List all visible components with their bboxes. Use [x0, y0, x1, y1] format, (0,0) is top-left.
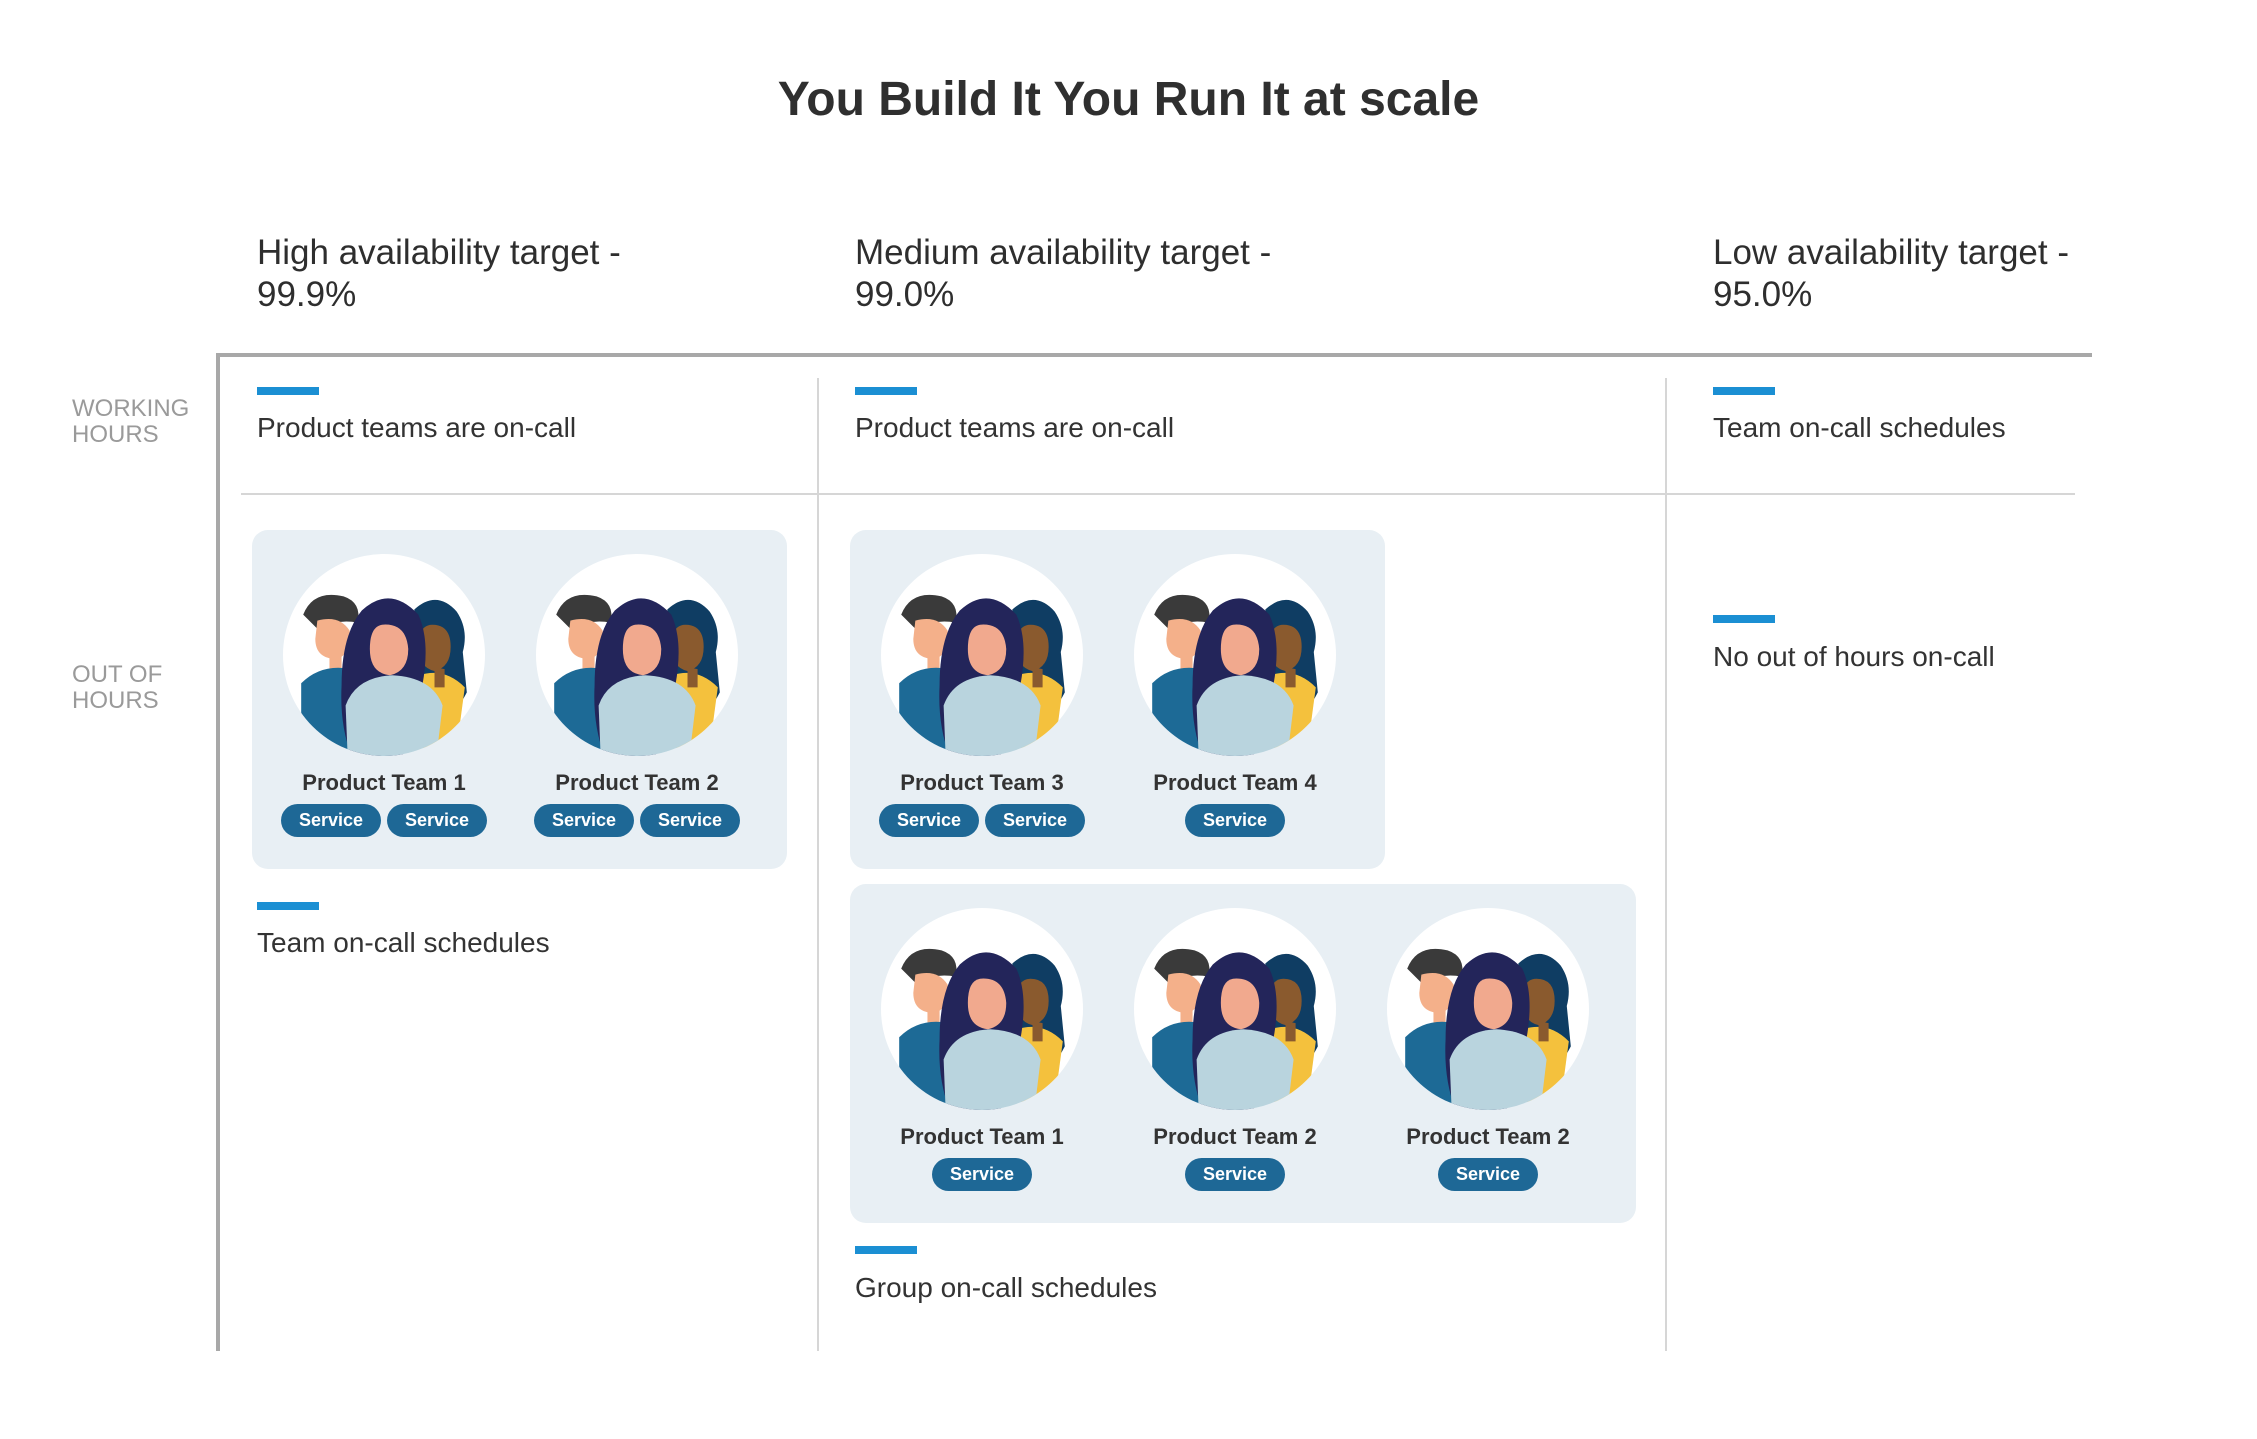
accent-bar: [257, 387, 319, 395]
team-avatar: [1387, 908, 1589, 1110]
caption-medium-working: Product teams are on-call: [855, 412, 1175, 443]
accent-bar: [1713, 615, 1775, 623]
team-avatar: [1134, 908, 1336, 1110]
team-name: Product Team 2: [1406, 1124, 1570, 1149]
team-card: Product Team 1 Service Service: [279, 554, 489, 837]
team-avatar: [881, 908, 1083, 1110]
service-badge: Service: [1184, 1158, 1286, 1191]
accent-bar: [1713, 387, 1775, 395]
column-divider-1: [817, 378, 819, 1351]
caption-low-working: Team on-call schedules: [1713, 412, 2006, 443]
service-badge: Service: [931, 1158, 1033, 1191]
caption-high-out: Team on-call schedules: [257, 927, 550, 958]
team-name: Product Team 4: [1153, 770, 1317, 795]
row-label-working-hours: WORKING HOURS: [72, 395, 190, 448]
team-name: Product Team 1: [900, 1124, 1064, 1149]
team-name: Product Team 3: [900, 770, 1064, 795]
service-badge: Service: [533, 804, 634, 837]
service-badge: Service: [640, 804, 741, 837]
team-card: Product Team 4 Service: [1130, 554, 1340, 837]
header-divider: [216, 353, 2092, 357]
service-list: Service: [877, 1158, 1087, 1191]
team-card: Product Team 3 Service Service: [877, 554, 1087, 837]
team-name: Product Team 2: [555, 770, 719, 795]
column-heading-low: Low availability target - 95.0%: [1713, 233, 2069, 314]
service-list: Service: [1130, 804, 1340, 837]
service-badge: Service: [878, 804, 979, 837]
accent-bar: [855, 1246, 917, 1254]
team-avatar: [283, 554, 485, 756]
caption-high-working: Product teams are on-call: [257, 412, 577, 443]
team-name: Product Team 2: [1153, 1124, 1317, 1149]
team-card: Product Team 1 Service: [877, 908, 1087, 1191]
team-avatar: [1134, 554, 1336, 756]
team-people-icon: [899, 948, 1065, 1110]
service-badge: Service: [387, 804, 488, 837]
team-avatar: [536, 554, 738, 756]
caption-low-out: No out of hours on-call: [1713, 641, 1995, 672]
service-list: Service: [1383, 1158, 1593, 1191]
team-people-icon: [1405, 948, 1571, 1110]
team-avatar: [881, 554, 1083, 756]
column-divider-2: [1665, 378, 1667, 1351]
row-label-out-of-hours: OUT OF HOURS: [72, 661, 163, 714]
column-heading-high: High availability target - 99.9%: [257, 233, 621, 314]
service-badge: Service: [1437, 1158, 1539, 1191]
column-heading-medium: Medium availability target - 99.0%: [855, 233, 1272, 314]
team-people-icon: [554, 594, 720, 756]
team-card: Product Team 2 Service: [1383, 908, 1593, 1191]
team-card: Product Team 2 Service Service: [532, 554, 742, 837]
panel-high: Product Team 1 Service Service Product Tea…: [252, 530, 787, 869]
accent-bar: [855, 387, 917, 395]
service-list: Service Service: [877, 804, 1087, 837]
team-name: Product Team 1: [302, 770, 466, 795]
team-card: Product Team 2 Service: [1130, 908, 1340, 1191]
accent-bar: [257, 902, 319, 910]
team-people-icon: [301, 594, 467, 756]
team-people-icon: [899, 594, 1065, 756]
service-badge: Service: [985, 804, 1086, 837]
service-list: Service Service: [532, 804, 742, 837]
left-axis-line: [216, 353, 220, 1351]
service-badge: Service: [1184, 804, 1286, 837]
team-people-icon: [1152, 594, 1318, 756]
team-people-icon: [1152, 948, 1318, 1110]
service-list: Service Service: [279, 804, 489, 837]
row-divider: [241, 493, 2075, 495]
service-badge: Service: [280, 804, 381, 837]
panel-medium-bottom: Product Team 1 Service Product Team 2 Serv…: [850, 884, 1636, 1223]
panel-medium-top: Product Team 3 Service Service Product Tea…: [850, 530, 1385, 869]
service-list: Service: [1130, 1158, 1340, 1191]
caption-medium-out: Group on-call schedules: [855, 1272, 1157, 1303]
page-title: You Build It You Run It at scale: [777, 73, 1480, 126]
